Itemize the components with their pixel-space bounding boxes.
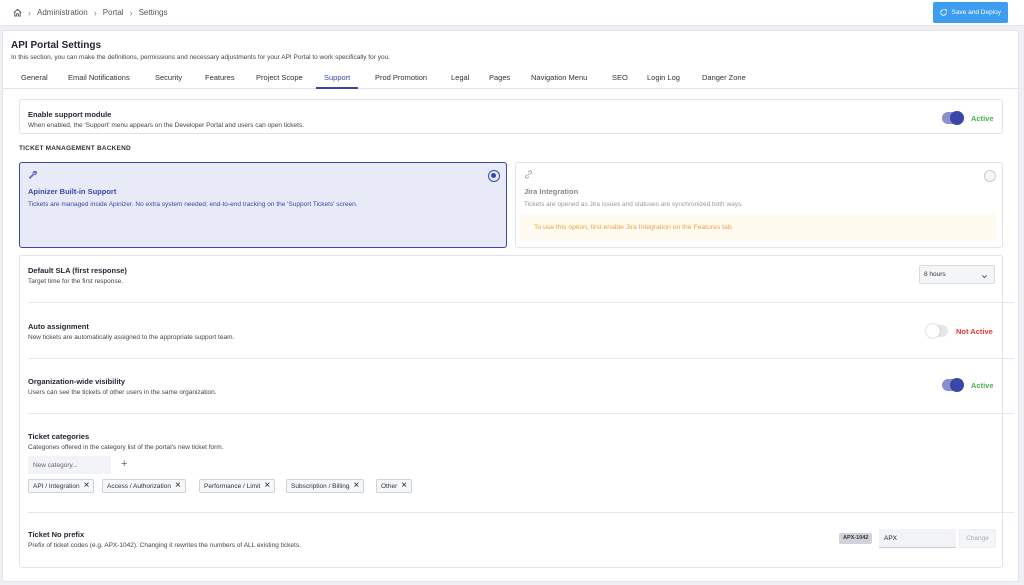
tab-seo[interactable]: SEO (604, 67, 636, 89)
categories-desc: Categories offered in the category list … (28, 444, 224, 451)
breadcrumb-item-administration[interactable]: Administration (37, 8, 88, 17)
ticket-backend-section-title: TICKET MANAGEMENT BACKEND (19, 145, 131, 152)
jira-warning: To use this option, first enable Jira In… (520, 214, 996, 241)
sla-select-value: 8 hours (924, 271, 946, 278)
tab-pages[interactable]: Pages (481, 67, 518, 89)
add-category-button[interactable]: + (121, 457, 127, 471)
support-module-toggle[interactable] (942, 111, 964, 125)
tab-legal[interactable]: Legal (443, 67, 477, 89)
jira-integration-desc: Tickets are opened as Jira issues and st… (524, 201, 744, 208)
close-icon[interactable]: × (84, 481, 90, 491)
close-icon[interactable]: × (401, 481, 407, 491)
tab-project-scope[interactable]: Project Scope (248, 67, 311, 89)
chevron-down-icon (981, 269, 988, 286)
save-and-deploy-label: Save and Deploy (951, 9, 1001, 16)
builtin-support-title: Apinizer Built-in Support (28, 187, 117, 196)
support-module-card: Enable support module When enabled, the … (19, 99, 1003, 134)
support-settings-card: Default SLA (first response) Target time… (19, 255, 1014, 568)
sla-desc: Target time for the first response. (28, 278, 124, 285)
tab-prod-promotion[interactable]: Prod Promotion (367, 67, 435, 89)
sla-select[interactable]: 8 hours (919, 265, 995, 284)
save-and-deploy-button[interactable]: Save and Deploy (933, 2, 1008, 23)
close-icon[interactable]: × (175, 481, 181, 491)
support-module-status: Active (971, 114, 994, 123)
support-module-desc: When enabled, the 'Support' menu appears… (28, 122, 305, 129)
tab-email-notifications[interactable]: Email Notifications (60, 67, 138, 89)
categories-title: Ticket categories (28, 432, 90, 441)
jira-integration-radio[interactable] (984, 170, 996, 182)
category-chip-label: API / Integration (33, 482, 80, 490)
visibility-toggle[interactable] (942, 378, 964, 392)
change-prefix-button[interactable]: Change (959, 529, 996, 548)
prefix-desc: Prefix of ticket codes (e.g. APX-1042). … (28, 542, 301, 549)
category-chip: Other × (376, 479, 413, 493)
builtin-support-option[interactable]: Apinizer Built-in Support Tickets are ma… (19, 162, 507, 248)
category-chip-label: Performance / Limit (204, 482, 261, 490)
tab-security[interactable]: Security (147, 67, 190, 89)
close-icon[interactable]: × (264, 481, 270, 491)
divider (28, 512, 1014, 513)
chevron-right-icon: › (28, 7, 31, 18)
builtin-support-radio[interactable] (488, 170, 500, 182)
category-chip-label: Access / Authorization (107, 482, 171, 490)
breadcrumb-item-settings: Settings (138, 8, 168, 17)
page-subtitle: In this section, you can make the defini… (11, 54, 390, 61)
page-title: API Portal Settings (11, 40, 102, 51)
visibility-desc: Users can see the tickets of other users… (28, 389, 217, 396)
visibility-status: Active (971, 381, 994, 390)
tab-general[interactable]: General (13, 67, 56, 89)
auto-assignment-status: Not Active (956, 327, 993, 336)
category-chip-label: Subscription / Billing (291, 482, 350, 490)
category-chip: Performance / Limit × (199, 479, 276, 493)
chevron-right-icon: › (93, 7, 97, 18)
close-icon[interactable]: × (354, 481, 360, 491)
prefix-title: Ticket No prefix (28, 530, 85, 539)
category-chip: API / Integration × (28, 479, 95, 493)
support-module-title: Enable support module (28, 110, 112, 119)
jira-integration-title: Jira Integration (524, 187, 579, 196)
tab-support[interactable]: Support (316, 67, 359, 89)
home-icon[interactable] (13, 8, 22, 17)
top-bar: › Administration › Portal › Settings Sav… (0, 0, 1024, 26)
category-chip-label: Other (381, 482, 398, 490)
deploy-icon (940, 9, 948, 16)
visibility-title: Organization-wide visibility (28, 377, 126, 386)
breadcrumb: › Administration › Portal › Settings (13, 8, 168, 18)
prefix-input[interactable] (879, 529, 956, 548)
new-category-input[interactable] (28, 456, 111, 474)
divider (28, 358, 1014, 359)
chevron-right-icon: › (129, 7, 133, 18)
link-icon (524, 170, 533, 181)
auto-assignment-desc: New tickets are automatically assigned t… (28, 334, 235, 341)
divider (28, 413, 1014, 414)
builtin-support-desc: Tickets are managed inside Apinizer. No … (28, 201, 358, 208)
tab-login-log[interactable]: Login Log (639, 67, 688, 89)
prefix-example-badge: APX-1042 (839, 533, 873, 544)
jira-integration-option[interactable]: Jira Integration Tickets are opened as J… (515, 162, 1003, 248)
auto-assignment-toggle[interactable] (926, 324, 948, 338)
category-chip: Subscription / Billing × (286, 479, 365, 493)
divider (28, 302, 1014, 303)
breadcrumb-item-portal[interactable]: Portal (103, 8, 124, 17)
category-chip: Access / Authorization × (102, 479, 186, 493)
auto-assignment-title: Auto assignment (28, 322, 89, 331)
tab-navigation-menu[interactable]: Navigation Menu (523, 67, 595, 89)
tab-bar: General Email Notifications Security Fea… (3, 67, 1020, 89)
tab-features[interactable]: Features (197, 67, 243, 89)
sla-title: Default SLA (first response) (28, 266, 127, 275)
wrench-icon (28, 170, 37, 181)
tab-danger-zone[interactable]: Danger Zone (694, 67, 754, 89)
